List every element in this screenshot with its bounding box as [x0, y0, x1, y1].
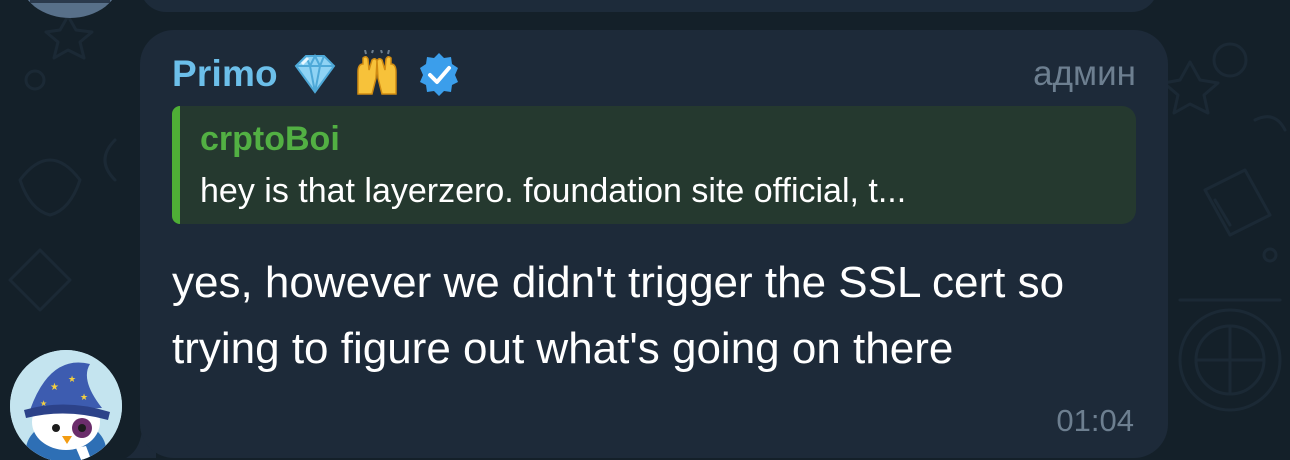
user-avatar-icon	[30, 0, 110, 3]
reply-accent-bar	[172, 106, 180, 224]
sender-avatar[interactable]: ★ ★ ★ ★	[10, 350, 122, 460]
svg-text:★: ★	[50, 382, 59, 393]
previous-message-bubble[interactable]	[140, 0, 1158, 12]
verified-badge-icon	[419, 53, 458, 96]
reply-author: crptoBoi	[200, 120, 340, 158]
message-time: 01:04	[1056, 403, 1134, 438]
svg-text:★: ★	[40, 399, 47, 408]
gem-stone-icon	[294, 53, 336, 94]
sender-row: Primo	[172, 50, 464, 98]
reply-quote[interactable]: crptoBoi hey is that layerzero. foundati…	[172, 106, 1136, 224]
message-text: yes, however we didn't trigger the SSL c…	[172, 258, 1065, 373]
svg-text:★: ★	[68, 375, 76, 385]
sender-name[interactable]: Primo	[172, 53, 278, 95]
reply-text: hey is that layerzero. foundation site o…	[200, 172, 907, 210]
chat-background: Primo админ crptoBoi hey is that layerze…	[0, 0, 1290, 460]
role-label: админ	[1033, 54, 1136, 93]
svg-text:★: ★	[80, 393, 88, 403]
wizard-penguin-avatar-icon: ★ ★ ★ ★	[10, 350, 122, 460]
raising-hands-icon	[357, 50, 397, 95]
